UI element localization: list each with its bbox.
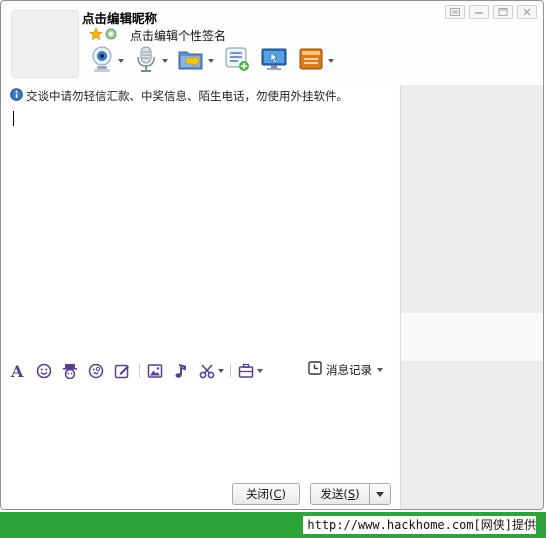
toolbox-dropdown-icon[interactable]	[257, 369, 263, 373]
info-icon	[10, 88, 23, 104]
svg-text:A: A	[10, 363, 24, 379]
message-list-icon	[223, 45, 251, 76]
signature-row: 点击编辑个性签名	[89, 26, 226, 44]
voice-call-dropdown-arrow[interactable]	[162, 58, 168, 63]
message-display-caret	[13, 111, 14, 126]
screenshot-scissors-icon[interactable]	[198, 362, 216, 380]
multi-chat-button[interactable]	[223, 45, 251, 76]
side-panel	[400, 85, 543, 509]
app-box-button[interactable]	[297, 45, 334, 76]
send-button-label: 发送(	[320, 487, 348, 501]
send-file-dropdown-arrow[interactable]	[208, 58, 214, 63]
magic-face-icon[interactable]	[61, 362, 79, 380]
send-button-paren: )	[355, 487, 360, 501]
chat-window: 点击编辑昵称 点击编辑个性签名 交谈中请勿轻信汇款、中奖信息、陌生电话，勿使用外…	[0, 0, 544, 510]
window-controls	[445, 5, 537, 19]
emoji-icon[interactable]	[35, 362, 53, 380]
close-button[interactable]: 关闭(C)	[232, 483, 300, 505]
toolbox-icon[interactable]	[237, 362, 255, 380]
watermark-bar: http://www.hackhome.com[网侠]提供	[0, 512, 546, 538]
app-box-icon	[297, 45, 325, 76]
app-box-dropdown-arrow[interactable]	[328, 58, 334, 63]
shake-window-icon[interactable]	[87, 362, 105, 380]
clock-icon	[308, 361, 322, 378]
webcam-icon	[89, 45, 115, 76]
video-call-button[interactable]	[89, 45, 124, 76]
format-toolbar-divider	[139, 364, 140, 378]
font-icon[interactable]: A	[9, 362, 27, 380]
status-icon[interactable]	[104, 27, 118, 44]
image-icon[interactable]	[146, 362, 164, 380]
minimize-icon[interactable]	[469, 5, 489, 19]
message-history-label: 消息记录	[326, 362, 372, 377]
monitor-cursor-icon	[260, 45, 288, 76]
send-button[interactable]: 发送(S)	[310, 483, 370, 505]
star-level-icon[interactable]	[89, 26, 103, 44]
format-toolbar-divider	[230, 364, 231, 378]
voice-call-button[interactable]	[133, 45, 168, 76]
close-button-label: 关闭(	[245, 487, 274, 501]
close-icon[interactable]	[517, 5, 537, 19]
security-notice-text: 交谈中请勿轻信汇款、中奖信息、陌生电话，勿使用外挂软件。	[26, 89, 348, 103]
message-input[interactable]	[1, 385, 399, 475]
side-panel-divider	[401, 313, 543, 361]
send-file-button[interactable]	[177, 45, 214, 76]
watermark-text: http://www.hackhome.com[网侠]提供	[303, 516, 536, 534]
video-call-dropdown-arrow[interactable]	[118, 58, 124, 63]
send-options-button[interactable]	[369, 483, 391, 505]
format-toolbar: A 消息记录	[9, 361, 393, 381]
skin-icon[interactable]	[445, 5, 465, 19]
nickname[interactable]: 点击编辑昵称	[82, 8, 157, 27]
chat-panel: 交谈中请勿轻信汇款、中奖信息、陌生电话，勿使用外挂软件。 A 消息记录 关闭(…	[1, 85, 399, 509]
music-icon[interactable]	[172, 362, 190, 380]
screenshot-dropdown-icon[interactable]	[218, 369, 224, 373]
maximize-icon[interactable]	[493, 5, 513, 19]
history-dropdown-arrow	[377, 367, 383, 372]
security-notice: 交谈中请勿轻信汇款、中奖信息、陌生电话，勿使用外挂软件。	[10, 88, 348, 104]
send-button-hotkey: S	[347, 487, 356, 501]
close-button-hotkey: C	[273, 487, 282, 501]
avatar[interactable]	[11, 10, 79, 78]
send-options-arrow-icon	[376, 491, 384, 497]
close-button-paren: )	[281, 487, 287, 501]
folder-transfer-icon	[177, 45, 205, 76]
microphone-icon	[133, 45, 159, 76]
signature[interactable]: 点击编辑个性签名	[130, 27, 226, 44]
remote-assist-button[interactable]	[260, 45, 288, 76]
handwriting-icon[interactable]	[113, 362, 131, 380]
message-history-button[interactable]: 消息记录	[308, 361, 383, 378]
chat-toolbar	[89, 45, 343, 76]
